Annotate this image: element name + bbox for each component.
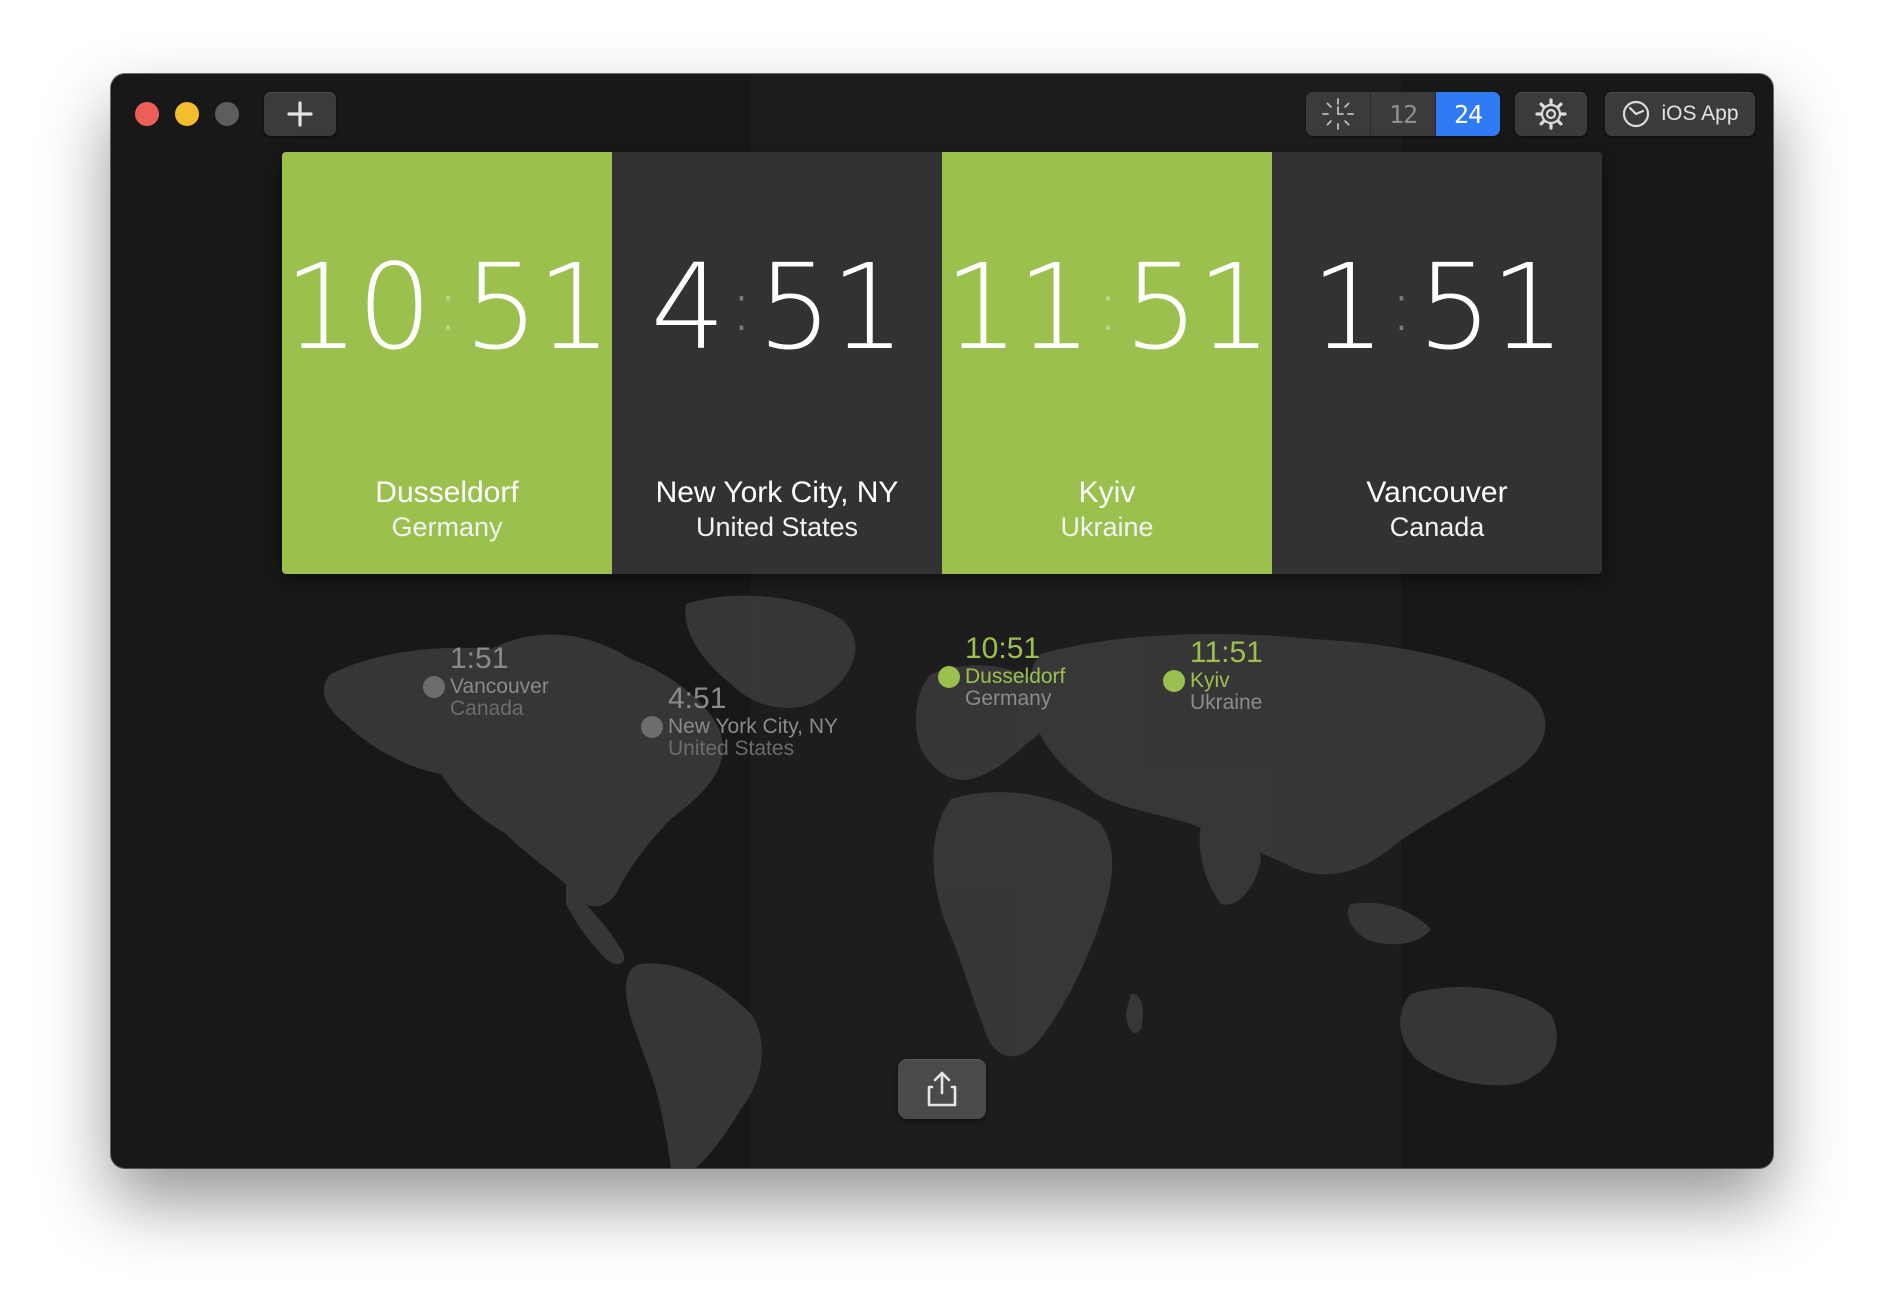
clock-card-new-york[interactable]: 4:51 New York City, NY United States <box>612 152 942 574</box>
ios-app-button[interactable]: iOS App <box>1605 92 1755 136</box>
plus-icon <box>287 101 313 127</box>
marker-country: Canada <box>450 697 524 720</box>
time-format-toggle: 12 24 <box>1306 92 1500 136</box>
analog-clock-icon <box>1322 98 1354 130</box>
clock-time: 11:51 <box>944 238 1272 376</box>
analog-mode-button[interactable] <box>1306 92 1371 136</box>
marker-city: New York City, NY <box>668 715 838 738</box>
add-city-button[interactable] <box>264 92 336 136</box>
marker-dot <box>641 716 663 738</box>
ios-app-label: iOS App <box>1661 102 1739 125</box>
12-hour-mode-button[interactable]: 12 <box>1371 92 1436 136</box>
clock-time: 10:51 <box>284 238 612 376</box>
24-hour-label: 24 <box>1453 99 1483 129</box>
clock-country: Germany <box>391 512 503 542</box>
share-button[interactable] <box>898 1059 986 1119</box>
24-hour-mode-button[interactable]: 24 <box>1436 92 1500 136</box>
marker-dot <box>938 666 960 688</box>
clock-time: 4:51 <box>650 238 906 376</box>
close-window-button[interactable] <box>135 102 159 126</box>
clock-country: United States <box>695 512 859 542</box>
share-icon <box>927 1071 957 1107</box>
gear-icon <box>1535 98 1567 130</box>
clock-city: Kyiv <box>1078 476 1136 509</box>
clock-city: Vancouver <box>1366 476 1508 509</box>
settings-button[interactable] <box>1515 92 1587 136</box>
marker-city: Dusseldorf <box>965 665 1066 688</box>
clock-time: 1:51 <box>1310 238 1566 376</box>
zoom-window-button[interactable] <box>215 102 239 126</box>
marker-time: 4:51 <box>668 682 727 715</box>
marker-time: 10:51 <box>965 632 1041 665</box>
marker-city: Kyiv <box>1190 669 1230 692</box>
clock-card-kyiv[interactable]: 11:51 Kyiv Ukraine <box>942 152 1272 574</box>
12-hour-label: 12 <box>1388 99 1418 129</box>
clock-card-vancouver[interactable]: 1:51 Vancouver Canada <box>1272 152 1602 574</box>
clock-country: Canada <box>1389 512 1485 542</box>
marker-country: Germany <box>965 687 1052 710</box>
clock-city: New York City, NY <box>655 476 899 509</box>
marker-time: 11:51 <box>1190 636 1263 669</box>
clock-outline-icon <box>1623 100 1650 128</box>
marker-dot <box>423 676 445 698</box>
marker-time: 1:51 <box>450 642 509 675</box>
marker-dot <box>1163 670 1185 692</box>
clock-cards: 10:51 Dusseldorf Germany 4:51 New York C… <box>282 152 1602 574</box>
clock-city: Dusseldorf <box>375 476 519 509</box>
marker-city: Vancouver <box>450 675 549 698</box>
clock-card-dusseldorf[interactable]: 10:51 Dusseldorf Germany <box>282 152 612 574</box>
marker-country: Ukraine <box>1190 691 1263 714</box>
minimize-window-button[interactable] <box>175 102 199 126</box>
clock-country: Ukraine <box>1060 512 1154 542</box>
app-window: 12 24 iOS App 10:51 Dusseldorf Germany 4… <box>111 74 1773 1168</box>
marker-country: United States <box>668 737 795 760</box>
